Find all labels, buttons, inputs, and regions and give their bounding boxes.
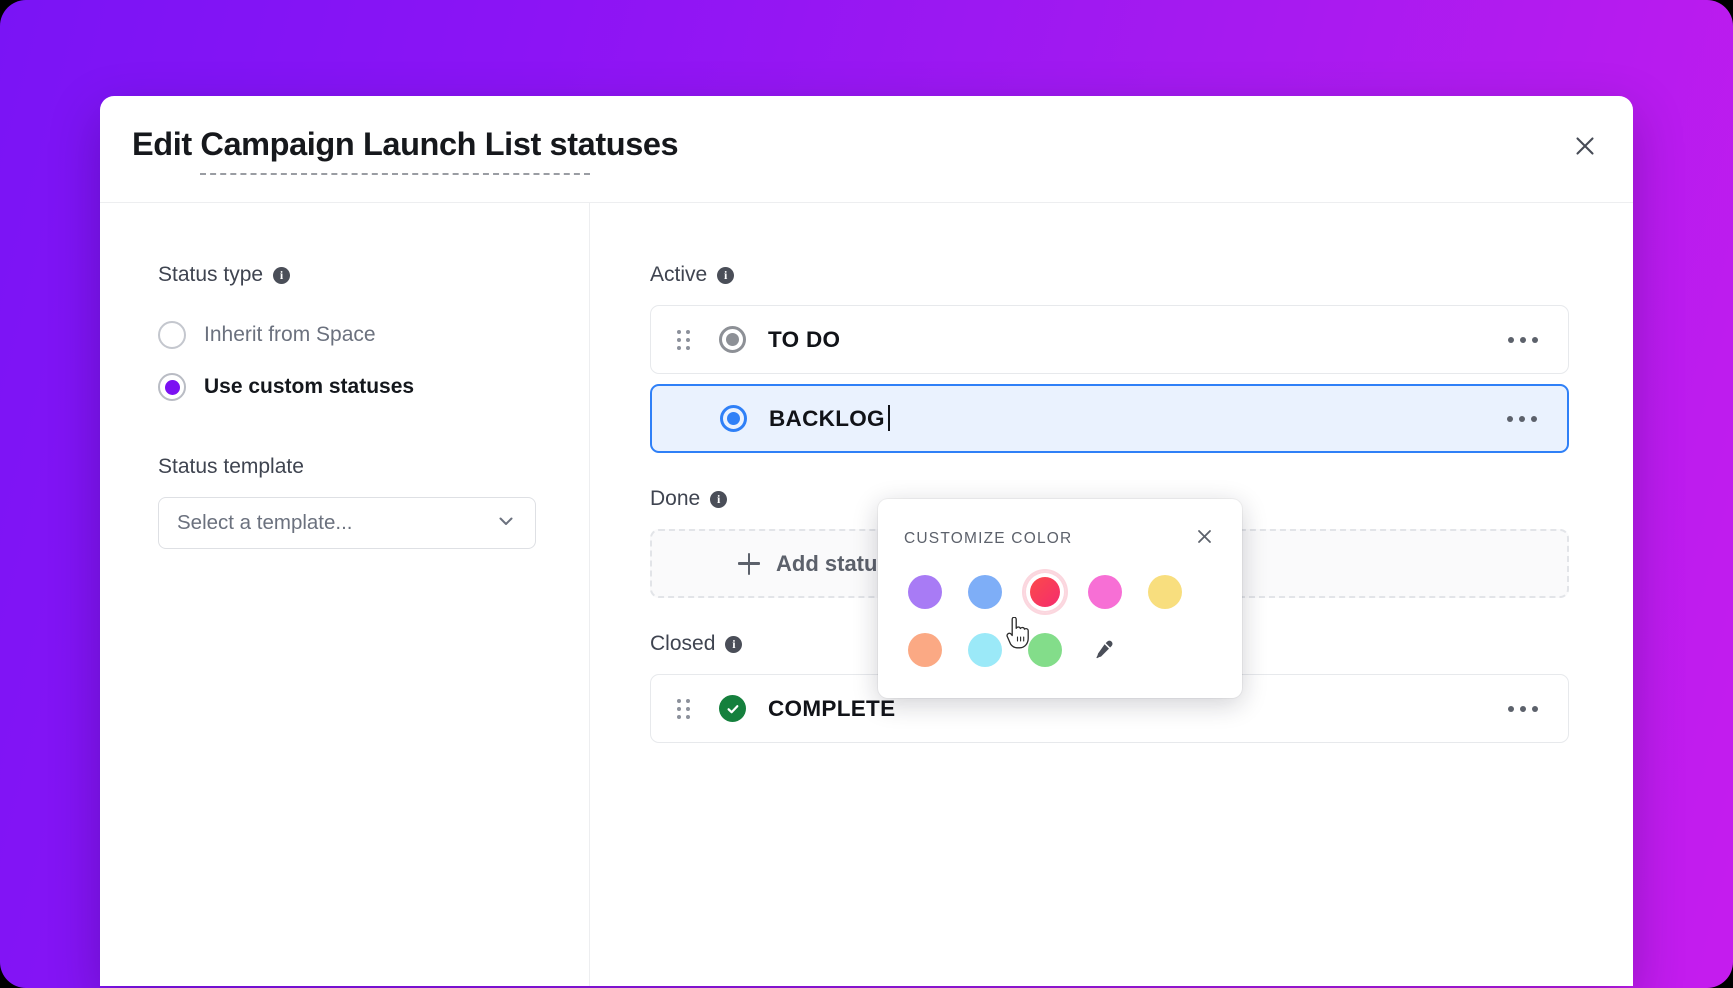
radio-label: Inherit from Space bbox=[204, 323, 376, 346]
popover-header: CUSTOMIZE COLOR bbox=[904, 525, 1216, 553]
color-swatch-yellow[interactable] bbox=[1144, 571, 1186, 613]
color-swatch-red[interactable] bbox=[1024, 571, 1066, 613]
radio-inherit-from-space[interactable]: Inherit from Space bbox=[158, 309, 589, 361]
status-row-more-menu[interactable] bbox=[1502, 331, 1544, 349]
add-status-label: Add status bbox=[776, 550, 890, 576]
radio-circle-icon bbox=[158, 321, 186, 349]
status-name-value: BACKLOG bbox=[769, 406, 885, 431]
status-template-select[interactable]: Select a template... bbox=[158, 497, 536, 549]
status-name-input[interactable]: BACKLOG bbox=[769, 405, 890, 432]
color-swatch-blue[interactable] bbox=[964, 571, 1006, 613]
radio-label: Use custom statuses bbox=[204, 375, 415, 398]
customize-color-popover: CUSTOMIZE COLOR bbox=[878, 499, 1242, 698]
page-title: Edit Campaign Launch List statuses bbox=[132, 126, 679, 162]
modal-body: Status type i Inherit from Space Use cus… bbox=[100, 203, 1633, 986]
close-popover-button[interactable] bbox=[1193, 525, 1216, 553]
section-title: Done bbox=[650, 487, 701, 510]
left-pane: Status type i Inherit from Space Use cus… bbox=[100, 203, 590, 986]
color-swatch-grid bbox=[904, 571, 1216, 671]
status-type-radio-group: Inherit from Space Use custom statuses bbox=[158, 309, 589, 413]
radio-circle-selected-icon bbox=[158, 373, 186, 401]
status-template-label-text: Status template bbox=[158, 455, 304, 478]
info-icon[interactable]: i bbox=[717, 266, 735, 284]
drag-handle-icon[interactable] bbox=[677, 698, 693, 719]
status-type-label: Status type i bbox=[158, 263, 589, 287]
status-name: TO DO bbox=[768, 326, 841, 352]
status-ring-icon[interactable] bbox=[720, 405, 747, 432]
edit-statuses-modal: Edit Campaign Launch List statuses Statu… bbox=[100, 96, 1633, 986]
color-swatch-cyan[interactable] bbox=[964, 629, 1006, 671]
title-underline-decoration bbox=[200, 173, 590, 175]
status-row-to-do[interactable]: TO DO bbox=[650, 305, 1569, 374]
close-icon bbox=[1196, 528, 1213, 550]
text-caret bbox=[887, 405, 890, 431]
status-row-more-menu[interactable] bbox=[1501, 410, 1543, 428]
color-swatch-green[interactable] bbox=[1024, 629, 1066, 671]
eyedropper-icon[interactable] bbox=[1084, 629, 1126, 671]
status-row-more-menu[interactable] bbox=[1502, 700, 1544, 718]
chevron-down-icon bbox=[495, 510, 517, 537]
popover-title: CUSTOMIZE COLOR bbox=[904, 530, 1073, 547]
status-check-icon[interactable] bbox=[719, 695, 746, 722]
color-swatch-pink[interactable] bbox=[1084, 571, 1126, 613]
status-type-label-text: Status type bbox=[158, 263, 264, 286]
plus-icon bbox=[738, 552, 760, 575]
radio-use-custom-statuses[interactable]: Use custom statuses bbox=[158, 361, 589, 413]
status-template-value: Select a template... bbox=[177, 511, 353, 534]
status-row-backlog[interactable]: BACKLOG bbox=[650, 384, 1569, 453]
section-title: Closed bbox=[650, 632, 716, 655]
info-icon[interactable]: i bbox=[710, 490, 728, 508]
info-icon[interactable]: i bbox=[273, 266, 291, 284]
section-header-active: Active i bbox=[650, 263, 1569, 287]
color-swatch-peach[interactable] bbox=[904, 629, 946, 671]
color-swatch-purple[interactable] bbox=[904, 571, 946, 613]
close-modal-button[interactable] bbox=[1565, 126, 1605, 166]
close-icon bbox=[1574, 135, 1596, 157]
drag-handle-icon[interactable] bbox=[677, 329, 693, 350]
status-ring-icon[interactable] bbox=[719, 326, 746, 353]
status-template-label: Status template bbox=[158, 455, 589, 479]
status-name: COMPLETE bbox=[768, 695, 896, 721]
info-icon[interactable]: i bbox=[725, 635, 743, 653]
modal-header: Edit Campaign Launch List statuses bbox=[100, 96, 1633, 203]
section-title: Active bbox=[650, 263, 708, 286]
right-pane: Active i TO DO BACKLOG Done i Add status… bbox=[590, 203, 1633, 986]
